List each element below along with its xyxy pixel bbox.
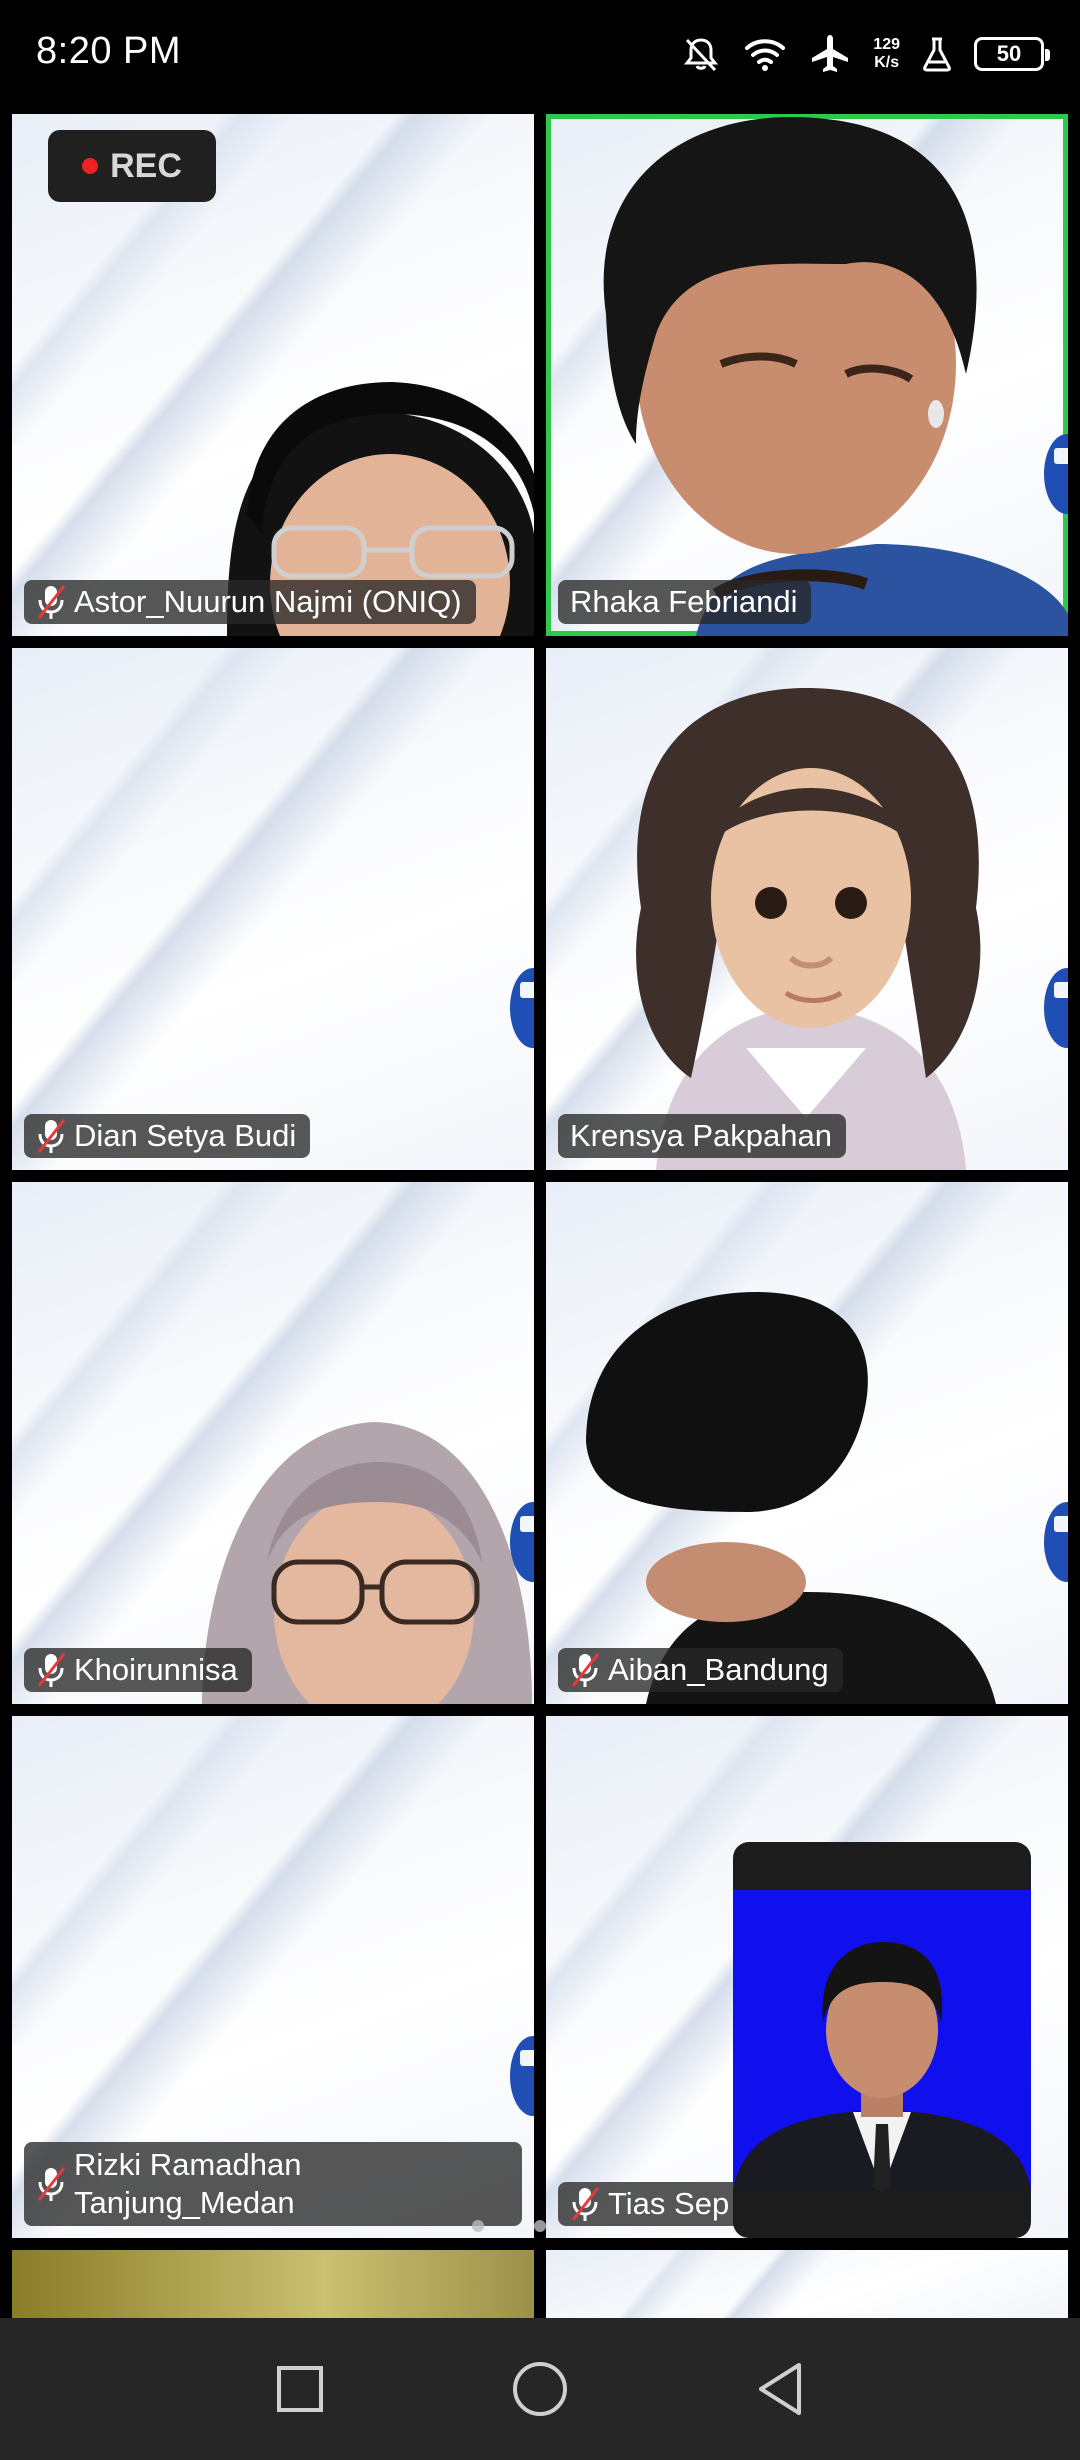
participant-name: Astor_Nuurun Najmi (ONIQ): [74, 584, 462, 619]
airplane-icon: [812, 35, 849, 72]
home-button[interactable]: [500, 2349, 580, 2429]
recents-square-icon: [277, 2366, 323, 2412]
recording-dot-icon: [82, 158, 99, 174]
self-view-thumbnail[interactable]: [733, 1842, 1031, 2238]
participant-tile[interactable]: Krensya Pakpahan: [546, 648, 1068, 1170]
recording-indicator[interactable]: REC: [48, 130, 216, 202]
page-dot: [472, 2220, 484, 2232]
mic-muted-icon: [37, 1653, 66, 1687]
mic-muted-icon: [37, 585, 66, 619]
status-bar: 8:20 PM 129 K/s 50: [0, 0, 1080, 110]
participant-name: Dian Setya Budi: [74, 1118, 297, 1153]
home-circle-icon: [513, 2362, 567, 2416]
battery-icon: 50: [974, 37, 1050, 71]
participant-tile[interactable]: Aiban_Bandung: [546, 1182, 1068, 1704]
recents-button[interactable]: [260, 2349, 340, 2429]
participant-name: Tias Sep: [608, 2186, 730, 2221]
mic-muted-icon: [571, 1653, 600, 1687]
zoom-meeting-screen: 8:20 PM 129 K/s 50 REC Astor_Nuurun Najm…: [0, 0, 1080, 2460]
participant-tile[interactable]: Rizki Ramadhan Tanjung_Medan: [12, 1716, 534, 2238]
participant-video: [586, 1292, 996, 1704]
mic-muted-icon: [37, 2167, 66, 2201]
do-not-disturb-icon: [684, 38, 719, 72]
status-time: 8:20 PM: [36, 30, 182, 72]
back-button[interactable]: [740, 2349, 820, 2429]
participant-name: Aiban_Bandung: [608, 1652, 829, 1687]
participant-tile[interactable]: Khoirunnisa: [12, 1182, 534, 1704]
recording-label: REC: [110, 146, 182, 185]
participant-tile[interactable]: Dian Setya Budi: [12, 648, 534, 1170]
page-dot: [534, 2220, 546, 2232]
mic-muted-icon: [571, 2187, 600, 2221]
participant-tile-active-speaker[interactable]: Rhaka Febriandi: [546, 114, 1068, 636]
wifi-icon: [745, 39, 786, 71]
battery-level: 50: [996, 41, 1022, 66]
participant-name-label: Tias Sep: [558, 2182, 744, 2226]
net-speed-unit: K/s: [874, 54, 900, 71]
participant-name-label: Dian Setya Budi: [24, 1114, 311, 1158]
participant-name-label: Krensya Pakpahan: [558, 1114, 846, 1158]
participant-tile-partial[interactable]: [12, 2250, 534, 2318]
participant-video: [202, 1422, 532, 1704]
background-logo: [510, 968, 534, 1048]
participant-video: [603, 117, 1068, 636]
participant-name-label: Rizki Ramadhan Tanjung_Medan: [24, 2142, 522, 2226]
participant-name: Khoirunnisa: [74, 1652, 238, 1687]
background-logo: [510, 2036, 534, 2116]
mic-muted-icon: [37, 1119, 66, 1153]
avatar: [636, 688, 981, 1170]
status-icons: 129 K/s 50: [681, 28, 1050, 80]
participant-name: Rhaka Febriandi: [570, 584, 798, 619]
page-indicator: [472, 2220, 546, 2232]
back-triangle-icon: [759, 2363, 801, 2415]
android-nav-bar: [0, 2318, 1080, 2460]
participant-tile-partial[interactable]: [546, 2250, 1068, 2318]
network-speed: 129 K/s: [873, 36, 900, 72]
participant-name: Rizki Ramadhan Tanjung_Medan: [74, 2147, 302, 2220]
lab-icon: [923, 37, 951, 72]
participant-name-label: Aiban_Bandung: [558, 1648, 843, 1692]
participant-name-label: Rhaka Febriandi: [558, 580, 812, 624]
net-speed-value: 129: [873, 36, 900, 53]
participant-name-label: Khoirunnisa: [24, 1648, 252, 1692]
participant-name-label: Astor_Nuurun Najmi (ONIQ): [24, 580, 476, 624]
participant-name: Krensya Pakpahan: [570, 1118, 832, 1153]
self-view-video: [733, 1942, 1031, 2192]
